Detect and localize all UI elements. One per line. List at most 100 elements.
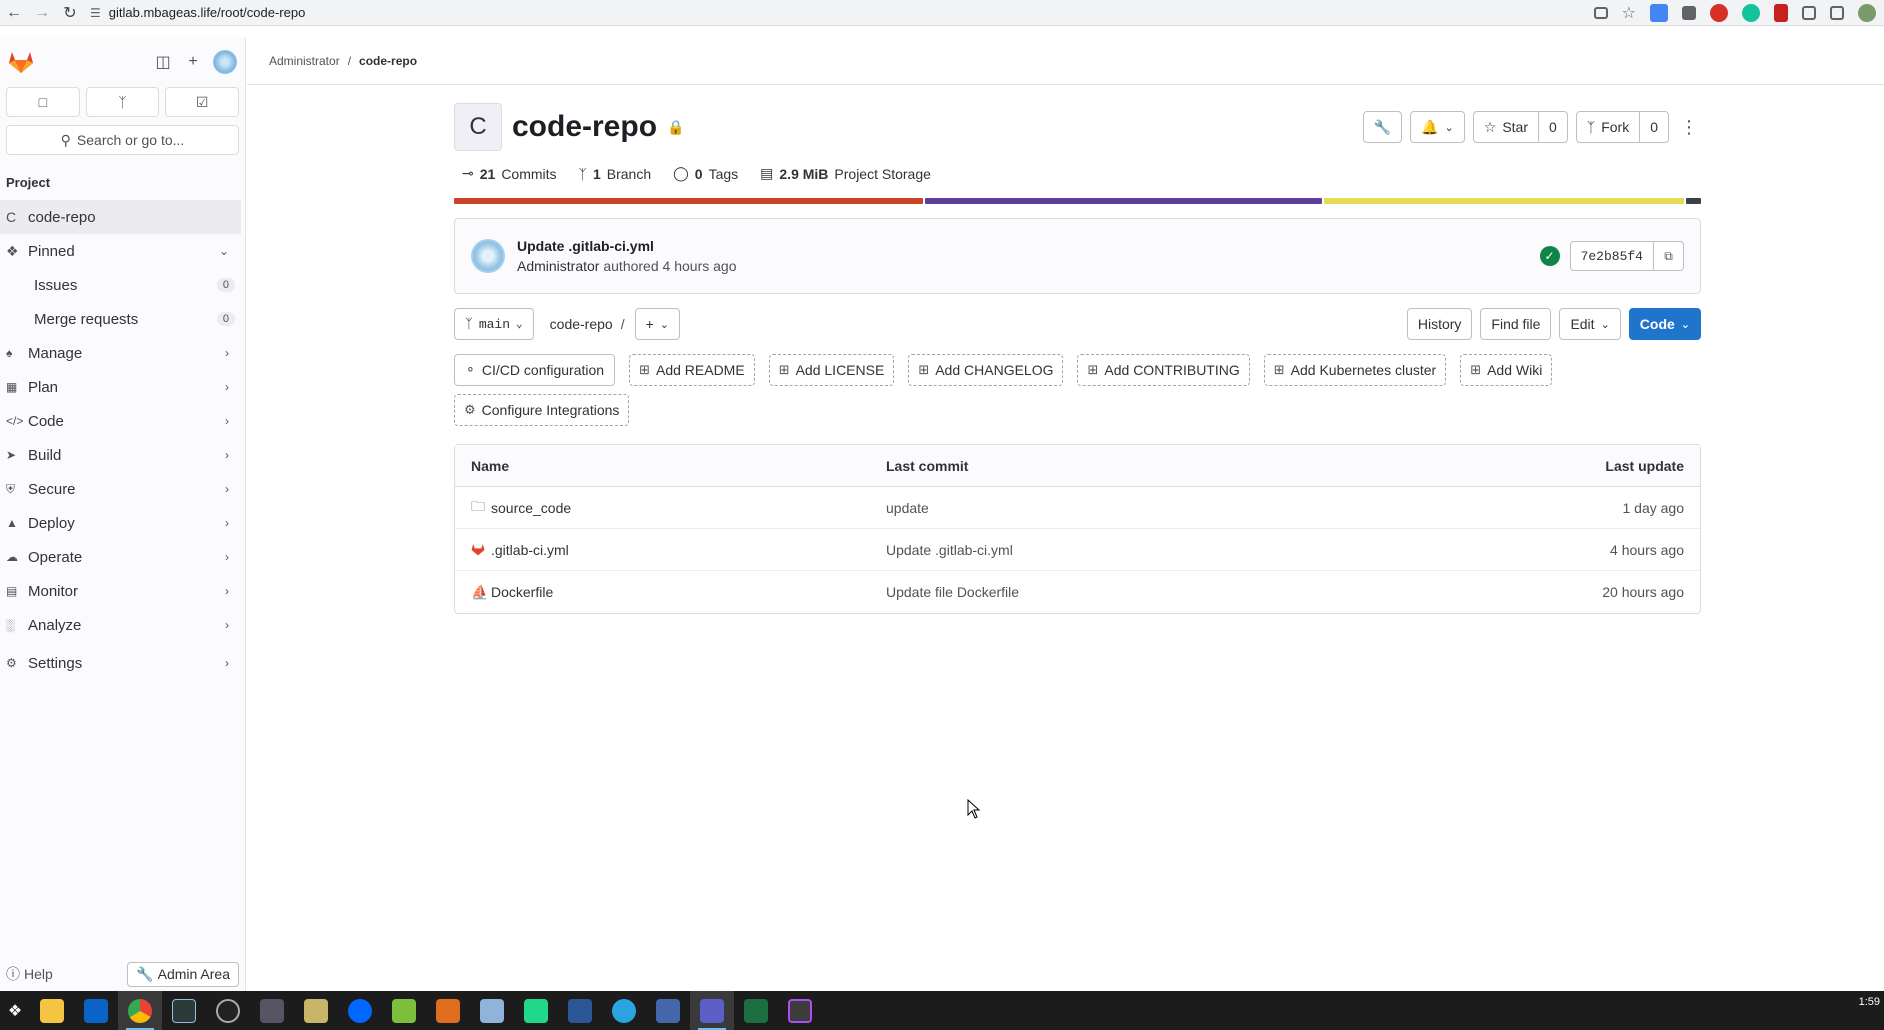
file-name-link[interactable]: Dockerfile xyxy=(491,584,553,600)
sidebar-item-settings[interactable]: ⚙ Settings › xyxy=(0,646,245,680)
merge-requests-icon[interactable]: ᛉ xyxy=(85,87,160,117)
commit-author-avatar[interactable] xyxy=(471,239,505,273)
notification-button[interactable]: 🔔 ⌄ xyxy=(1410,111,1465,143)
word-icon[interactable] xyxy=(558,991,602,1030)
vpn-app-icon[interactable] xyxy=(206,991,250,1030)
repository-languages-bar[interactable] xyxy=(454,198,1701,204)
sidebar-item-project[interactable]: C code-repo xyxy=(0,200,241,234)
sidebar-item-operate[interactable]: ☁ Operate › xyxy=(0,540,245,574)
fork-button[interactable]: ᛉ Fork xyxy=(1575,111,1641,143)
language-segment[interactable] xyxy=(925,198,1323,204)
copy-sha-icon[interactable]: ⧉ xyxy=(1654,241,1684,271)
lock-extension-icon[interactable] xyxy=(1774,4,1788,22)
toggle-sidebar-icon[interactable]: ◫ xyxy=(153,52,173,72)
settings-wrench-button[interactable]: 🔧 xyxy=(1362,111,1403,143)
file-last-commit-link[interactable]: Update .gitlab-ci.yml xyxy=(886,542,1484,558)
shortcut-add-wiki-button[interactable]: ⊞ Add Wiki xyxy=(1460,354,1553,386)
history-button[interactable]: History xyxy=(1406,308,1473,340)
todo-list-icon[interactable]: ☑ xyxy=(165,87,240,117)
fork-count[interactable]: 0 xyxy=(1640,111,1669,143)
excel-icon[interactable] xyxy=(734,991,778,1030)
office-app-icon[interactable] xyxy=(426,991,470,1030)
code-dropdown-button[interactable]: Code ⌄ xyxy=(1628,308,1701,340)
remote-desktop-icon[interactable] xyxy=(250,991,294,1030)
site-info-icon[interactable]: ☰ xyxy=(90,6,101,20)
commits-stat[interactable]: ⊸ 21 Commits xyxy=(462,165,557,182)
grammarly-extension-icon[interactable] xyxy=(1742,4,1760,22)
storage-stat[interactable]: ▤ 2.9 MiB Project Storage xyxy=(760,165,931,182)
terminal-app-icon[interactable] xyxy=(162,991,206,1030)
back-icon[interactable]: ← xyxy=(0,0,28,26)
qr-extension-icon[interactable] xyxy=(1682,6,1696,20)
notes-app-icon[interactable] xyxy=(294,991,338,1030)
sidebar-item-manage[interactable]: ♠ Manage › xyxy=(0,336,245,370)
translate-extension-icon[interactable] xyxy=(1650,4,1668,22)
teams-icon[interactable] xyxy=(690,991,734,1030)
address-bar[interactable]: ☰ gitlab.mbageas.life/root/code-repo xyxy=(90,5,305,20)
forward-icon[interactable]: → xyxy=(28,0,56,26)
find-file-button[interactable]: Find file xyxy=(1480,308,1552,340)
sidebar-item-monitor[interactable]: ▤ Monitor › xyxy=(0,574,245,608)
shortcut-add-contributing-button[interactable]: ⊞ Add CONTRIBUTING xyxy=(1077,354,1250,386)
pipeline-success-icon[interactable]: ✓ xyxy=(1539,246,1560,266)
shortcut-add-readme-button[interactable]: ⊞ Add README xyxy=(629,354,755,386)
windows-start-icon[interactable]: ❖ xyxy=(0,991,30,1030)
sidebar-item-analyze[interactable]: ░ Analyze › xyxy=(0,608,245,642)
pycharm-icon[interactable] xyxy=(514,991,558,1030)
star-button[interactable]: ☆ Star xyxy=(1472,111,1539,143)
file-last-commit-link[interactable]: Update file Dockerfile xyxy=(886,584,1484,600)
paint-app-icon[interactable] xyxy=(470,991,514,1030)
user-avatar[interactable] xyxy=(213,50,237,74)
table-row[interactable]: 🗀 source_code update 1 day ago xyxy=(455,487,1700,529)
outlook-icon[interactable] xyxy=(74,991,118,1030)
shortcut-ci-cd-configuration-button[interactable]: ⚬ CI/CD configuration xyxy=(454,354,616,386)
shortcut-add-kubernetes-cluster-button[interactable]: ⊞ Add Kubernetes cluster xyxy=(1263,354,1447,386)
shortcut-configure-integrations-button[interactable]: ⚙ Configure Integrations xyxy=(454,394,630,426)
create-new-icon[interactable]: + xyxy=(183,52,203,72)
branch-selector[interactable]: ᛉ main ⌄ xyxy=(454,308,534,340)
search-input[interactable]: ⚲ Search or go to... xyxy=(6,125,239,155)
file-explorer-icon[interactable] xyxy=(30,991,74,1030)
extensions-puzzle-icon[interactable] xyxy=(1802,6,1816,20)
file-name-link[interactable]: source_code xyxy=(491,500,571,516)
bookmark-star-icon[interactable]: ☆ xyxy=(1622,3,1636,23)
sidebar-item-plan[interactable]: ▦ Plan › xyxy=(0,370,245,404)
file-name-link[interactable]: .gitlab-ci.yml xyxy=(491,542,569,558)
sidebar-item-secure[interactable]: ⛨ Secure › xyxy=(0,472,245,506)
commit-title[interactable]: Update .gitlab-ci.yml xyxy=(517,238,736,254)
breadcrumb-current[interactable]: code-repo xyxy=(359,54,417,68)
shortcut-add-license-button[interactable]: ⊞ Add LICENSE xyxy=(768,354,895,386)
zalo-icon[interactable] xyxy=(338,991,382,1030)
breadcrumb-parent[interactable]: Administrator xyxy=(269,54,340,68)
help-link[interactable]: ⓘ Help xyxy=(6,964,53,984)
tags-stat[interactable]: ◯ 0 Tags xyxy=(673,165,738,182)
repo-path-root[interactable]: code-repo xyxy=(550,316,613,332)
goland-icon[interactable] xyxy=(778,991,822,1030)
language-segment[interactable] xyxy=(454,198,924,204)
gitlab-logo-icon[interactable] xyxy=(8,50,34,74)
language-segment[interactable] xyxy=(1686,198,1701,204)
file-last-commit-link[interactable]: update xyxy=(886,500,1484,516)
admin-area-button[interactable]: 🔧 Admin Area xyxy=(127,961,239,987)
edit-dropdown-button[interactable]: Edit ⌄ xyxy=(1559,308,1621,340)
install-icon[interactable] xyxy=(1593,7,1608,19)
sidebar-item-issues[interactable]: Issues 0 xyxy=(0,268,245,302)
taskbar-clock[interactable]: 1:59 xyxy=(1859,995,1880,1010)
notepad-plus-icon[interactable] xyxy=(382,991,426,1030)
reload-icon[interactable]: ↻ xyxy=(56,0,84,26)
assigned-issues-icon[interactable]: □ xyxy=(6,87,80,117)
branches-stat[interactable]: ᛉ 1 Branch xyxy=(579,165,652,182)
more-actions-icon[interactable]: ⋮ xyxy=(1677,117,1701,138)
sidebar-item-merge-requests[interactable]: Merge requests 0 xyxy=(0,302,245,336)
sidebar-item-code[interactable]: </> Code › xyxy=(0,404,245,438)
profile-avatar[interactable] xyxy=(1858,4,1876,22)
language-segment[interactable] xyxy=(1324,198,1685,204)
telegram-icon[interactable] xyxy=(602,991,646,1030)
sidebar-item-build[interactable]: ➤ Build › xyxy=(0,438,245,472)
chrome-icon[interactable] xyxy=(118,991,162,1030)
side-panel-icon[interactable] xyxy=(1830,6,1844,20)
adblock-extension-icon[interactable] xyxy=(1710,4,1728,22)
shortcut-add-changelog-button[interactable]: ⊞ Add CHANGELOG xyxy=(908,354,1064,386)
table-row[interactable]: .gitlab-ci.yml Update .gitlab-ci.yml 4 hou… xyxy=(455,529,1700,571)
commit-author[interactable]: Administrator xyxy=(517,258,599,274)
